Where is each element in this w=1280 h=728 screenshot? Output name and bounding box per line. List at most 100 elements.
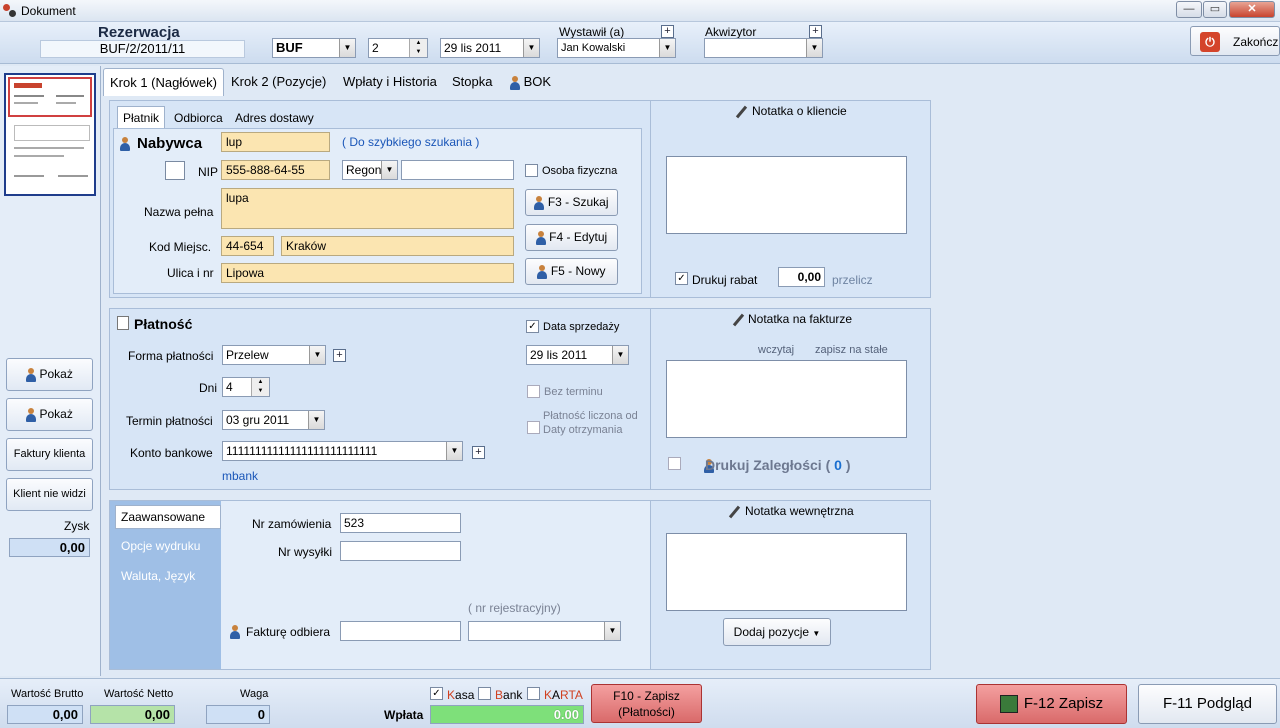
client-note-section: Notatka o kliencie ✓ Drukuj rabat 0,00 p… [650,100,931,298]
cash-label: Kasa [447,688,475,702]
close-button[interactable]: ✕ [1229,1,1275,18]
discount-input[interactable]: 0,00 [778,267,825,287]
tab-print-options[interactable]: Opcje wydruku [121,539,200,553]
street-input[interactable]: Lipowa [221,263,514,283]
f5-new-button[interactable]: F5 - Nowy [525,258,618,285]
payment-title: Płatność [134,316,193,332]
document-icon [117,316,129,330]
shipment-input[interactable] [340,541,461,561]
postal-input[interactable]: 44-654 [221,236,274,256]
internal-note-textarea[interactable] [666,533,907,611]
sale-date-label: Data sprzedaży [543,321,620,333]
client-note-textarea[interactable] [666,156,907,234]
buyer-form: Nabywca lup ( Do szybkiego szukania ) NI… [113,128,642,294]
counted-from-checkbox[interactable] [527,421,540,434]
tab-payments-history[interactable]: Wpłaty i Historia [337,68,443,96]
tab-bok[interactable]: BOK [504,68,557,96]
load-link[interactable]: wczytaj [758,344,794,356]
counted-from-label: Płatność liczona od Daty otrzymania [543,410,638,436]
finish-button[interactable]: ⏻ Zakończ [1190,26,1280,56]
quick-search-input[interactable]: lup [221,132,330,152]
invoice-note-textarea[interactable] [666,360,907,438]
days-label: Dni [199,381,218,395]
f12-save-button[interactable]: F-12 Zapisz [976,684,1127,724]
gross-label: Wartość Brutto [11,688,84,700]
add-items-dropdown[interactable]: Dodaj pozycje ▼ [723,618,831,646]
print-discount-checkbox[interactable]: ✓ [675,272,688,285]
nip-label: NIP [198,165,219,179]
f3-search-button[interactable]: F3 - Szukaj [525,189,618,216]
card-checkbox[interactable] [527,687,540,700]
recalc-link[interactable]: przelicz [832,273,873,287]
tab-step1[interactable]: Krok 1 (Nagłówek) [103,68,224,96]
no-term-label: Bez terminu [544,386,603,398]
f4-edit-button[interactable]: F4 - Edytuj [525,224,618,251]
save-disk-icon [999,695,1018,714]
registration-select[interactable]: ▼ [468,621,621,641]
add-bank-account-button[interactable]: + [472,446,485,459]
add-acquirer-button[interactable]: + [809,25,822,38]
payment-form-select[interactable]: Przelew ▼ [222,345,326,365]
city-input[interactable]: Kraków [281,236,514,256]
regon-select[interactable]: Regon ▼ [342,160,398,180]
maximize-button[interactable]: ▭ [1203,1,1227,18]
full-name-input[interactable]: lupa [221,188,514,229]
f11-preview-button[interactable]: F-11 Podgląd [1138,684,1277,724]
show-button-1[interactable]: Pokaż [6,358,93,391]
net-value: 0,00 [90,705,175,724]
regon-input[interactable] [401,160,514,180]
internal-note-section: Notatka wewnętrzna Dodaj pozycje ▼ [650,500,931,670]
no-term-checkbox[interactable] [527,385,540,398]
date-picker[interactable]: 29 lis 2011 ▼ [440,38,540,58]
bank-name: mbank [222,469,259,483]
acquirer-select[interactable]: ▼ [704,38,823,58]
document-thumbnail[interactable] [4,73,96,196]
window-title: Dokument [21,4,76,18]
person-icon [534,195,545,210]
card-label: KARTA [544,688,583,702]
cash-checkbox[interactable]: ✓ [430,687,443,700]
person-add-icon [537,264,548,279]
tab-currency-language[interactable]: Waluta, Język [121,569,195,583]
bank-checkbox[interactable] [478,687,491,700]
overdue-count: 0 [834,457,842,473]
payment-input[interactable]: 0.00 [430,705,584,724]
buyer-section: Płatnik Odbiorca Adres dostawy Nabywca l… [109,100,651,298]
subtab-receiver[interactable]: Odbiorca [174,111,223,125]
due-date-label: Termin płatności [126,414,213,428]
sale-date-picker[interactable]: 29 lis 2011 ▼ [526,345,629,365]
dropdown-arrow-icon: ▼ [812,629,821,638]
tab-step2[interactable]: Krok 2 (Pozycje) [225,68,332,96]
pencil-icon [727,505,741,519]
print-overdue-label: Drukuj Zaległości ( 0 ) [705,457,851,473]
print-overdue-checkbox[interactable] [668,457,681,470]
nip-input[interactable]: 555-888-64-55 [221,160,330,180]
add-issuer-button[interactable]: + [661,25,674,38]
client-invoices-button[interactable]: Faktury klienta [6,438,93,471]
registration-hint: ( nr rejestracyjny) [468,601,561,615]
issued-by-select[interactable]: Jan Kowalski ▼ [557,38,676,58]
due-date-picker[interactable]: 03 gru 2011 ▼ [222,410,325,430]
show-button-2[interactable]: Pokaż [6,398,93,431]
minimize-button[interactable]: — [1176,1,1202,18]
f10-save-payments-button[interactable]: F10 - Zapisz (Płatności) [591,684,702,723]
private-person-checkbox[interactable] [525,164,538,177]
receiver-input[interactable] [340,621,461,641]
bank-account-select[interactable]: 11111111111111111111111111 ▼ [222,441,463,461]
order-no-input[interactable]: 523 [340,513,461,533]
save-permanent-link[interactable]: zapisz na stałe [815,344,888,356]
client-not-seen-button[interactable]: Klient nie widzi [6,478,93,511]
tab-advanced[interactable]: Zaawansowane [115,505,221,529]
nip-checkbox[interactable] [165,161,185,180]
series-select[interactable]: BUF ▼ [272,38,356,58]
tab-footer[interactable]: Stopka [446,68,498,96]
payment-label: Wpłata [384,708,424,722]
subtab-payer[interactable]: Płatnik [117,106,166,128]
subtab-delivery-address[interactable]: Adres dostawy [235,111,314,125]
add-payment-form-button[interactable]: + [333,349,346,362]
sale-date-checkbox[interactable]: ✓ [526,320,539,333]
number-spinner[interactable]: 2 ▲ ▼ [368,38,428,58]
acquirer-label: Akwizytor [705,25,757,39]
days-spinner[interactable]: 4 ▲ ▼ [222,377,270,397]
bank-label: Bank [495,688,523,702]
